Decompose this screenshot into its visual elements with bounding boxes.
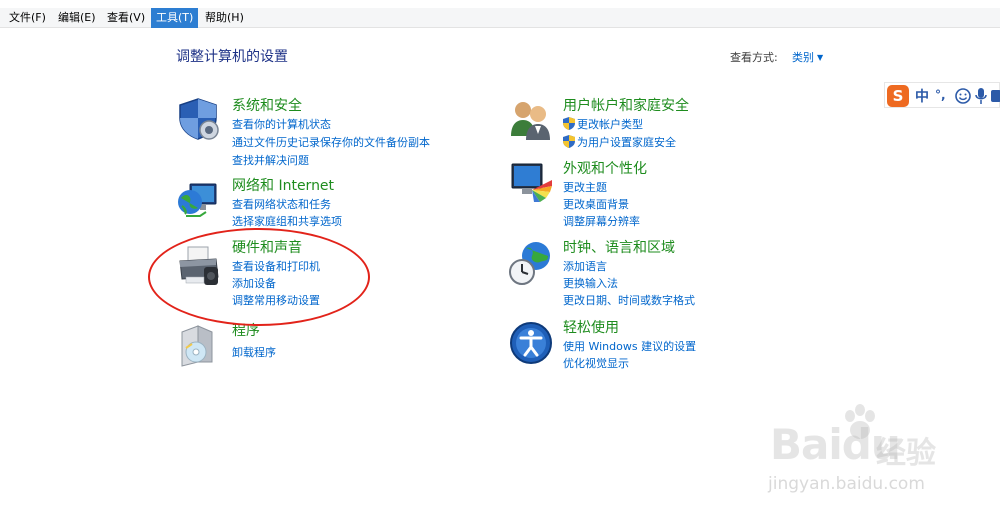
baidu-watermark-cn: 经验 xyxy=(876,436,936,471)
link-screen-resolution[interactable]: 调整屏幕分辨率 xyxy=(563,213,640,229)
menu-bar: 文件(F) 编辑(E) 查看(V) 工具(T) 帮助(H) xyxy=(0,8,1000,28)
category-title[interactable]: 硬件和声音 xyxy=(232,237,302,257)
view-by-value: 类别 xyxy=(792,51,814,64)
link-mobility-settings[interactable]: 调整常用移动设置 xyxy=(232,292,320,308)
clock-globe-icon[interactable] xyxy=(508,240,554,286)
shield-icon[interactable] xyxy=(176,96,222,142)
ime-mode-toggle[interactable]: 中 xyxy=(915,86,929,106)
menu-file[interactable]: 文件(F) xyxy=(4,8,51,28)
page-title: 调整计算机的设置 xyxy=(176,49,288,65)
link-devices-printers[interactable]: 查看设备和打印机 xyxy=(232,258,320,274)
ease-of-access-icon[interactable] xyxy=(508,320,554,366)
link-date-time-format[interactable]: 更改日期、时间或数字格式 xyxy=(563,292,695,308)
view-by-dropdown[interactable]: 类别 ▼ xyxy=(792,49,823,65)
category-title[interactable]: 程序 xyxy=(232,320,260,340)
link-change-theme[interactable]: 更改主题 xyxy=(563,179,607,195)
link-change-account-type[interactable]: 更改帐户类型 xyxy=(563,116,643,132)
printer-icon[interactable] xyxy=(176,243,222,289)
watermark-brand: Bai xyxy=(770,420,843,469)
sogou-logo-icon: S xyxy=(887,85,909,107)
link-view-computer-status[interactable]: 查看你的计算机状态 xyxy=(232,116,331,132)
microphone-icon[interactable] xyxy=(975,87,987,105)
menu-help[interactable]: 帮助(H) xyxy=(200,8,249,28)
uac-shield-icon xyxy=(563,117,575,130)
users-icon[interactable] xyxy=(508,96,554,142)
link-add-device[interactable]: 添加设备 xyxy=(232,275,276,291)
emoji-icon[interactable] xyxy=(955,88,971,104)
menu-tools[interactable]: 工具(T) xyxy=(151,8,199,28)
link-change-input-method[interactable]: 更换输入法 xyxy=(563,275,618,291)
category-title[interactable]: 轻松使用 xyxy=(563,317,619,337)
chevron-down-icon: ▼ xyxy=(817,53,824,62)
link-change-background[interactable]: 更改桌面背景 xyxy=(563,196,629,212)
menu-edit[interactable]: 编辑(E) xyxy=(53,8,101,28)
link-text: 为用户设置家庭安全 xyxy=(577,136,676,149)
link-windows-recommended-settings[interactable]: 使用 Windows 建议的设置 xyxy=(563,338,696,354)
link-add-language[interactable]: 添加语言 xyxy=(563,258,607,274)
programs-disc-icon[interactable] xyxy=(176,322,222,368)
link-network-status[interactable]: 查看网络状态和任务 xyxy=(232,196,331,212)
category-title[interactable]: 外观和个性化 xyxy=(563,158,647,178)
category-title[interactable]: 用户帐户和家庭安全 xyxy=(563,95,689,115)
link-file-history-backup[interactable]: 通过文件历史记录保存你的文件备份副本 xyxy=(232,134,430,150)
link-homegroup-sharing[interactable]: 选择家庭组和共享选项 xyxy=(232,213,342,229)
uac-shield-icon xyxy=(563,135,575,148)
network-globe-icon[interactable] xyxy=(176,178,222,224)
ime-toolbar[interactable]: S 中 °, xyxy=(884,82,1000,108)
link-uninstall-program[interactable]: 卸载程序 xyxy=(232,344,276,360)
baidu-watermark-url: jingyan.baidu.com xyxy=(768,474,925,494)
link-text: 更改帐户类型 xyxy=(577,118,643,131)
link-troubleshoot[interactable]: 查找并解决问题 xyxy=(232,152,309,168)
ime-punct-toggle[interactable]: °, xyxy=(935,88,946,102)
link-optimize-visual-display[interactable]: 优化视觉显示 xyxy=(563,355,629,371)
view-by-label: 查看方式: xyxy=(730,51,778,64)
category-title[interactable]: 系统和安全 xyxy=(232,95,302,115)
menu-view[interactable]: 查看(V) xyxy=(102,8,150,28)
keyboard-icon[interactable] xyxy=(991,88,1000,104)
category-title[interactable]: 网络和 Internet xyxy=(232,175,334,195)
monitor-palette-icon[interactable] xyxy=(508,160,554,206)
link-family-safety[interactable]: 为用户设置家庭安全 xyxy=(563,134,676,150)
category-title[interactable]: 时钟、语言和区域 xyxy=(563,237,675,257)
